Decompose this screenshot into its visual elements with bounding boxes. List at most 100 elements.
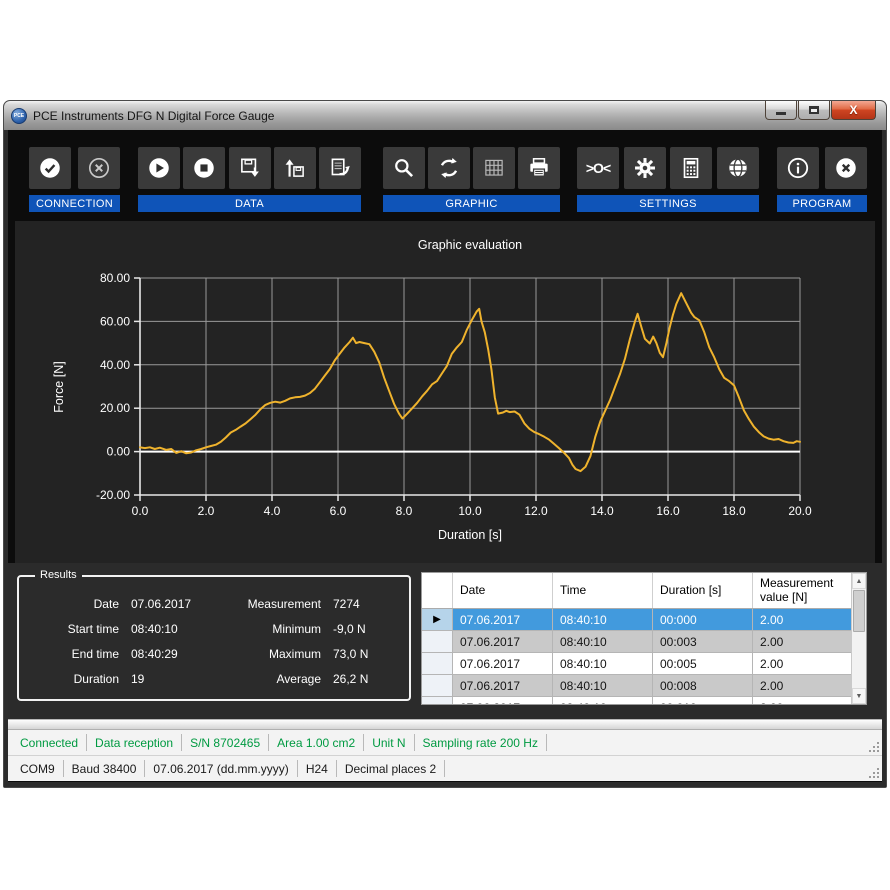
export-report-button[interactable] bbox=[319, 147, 361, 189]
toolbar-group-program: PROGRAM bbox=[777, 147, 867, 212]
header-selector-cell bbox=[422, 573, 453, 608]
refresh-graph-button[interactable] bbox=[428, 147, 470, 189]
result-value: 26,2 N bbox=[333, 672, 399, 686]
group-label-settings: SETTINGS bbox=[577, 195, 759, 212]
table-body: ▶07.06.201708:40:1000:0002.0007.06.20170… bbox=[422, 609, 851, 705]
connect-check-icon bbox=[37, 155, 63, 181]
settings-button[interactable] bbox=[624, 147, 666, 189]
measurement-table: Date Time Duration [s] Measurement value… bbox=[421, 572, 867, 705]
scroll-down-button[interactable]: ▼ bbox=[852, 688, 866, 704]
table-cell[interactable]: 2.00 bbox=[753, 675, 851, 697]
row-selector-cell[interactable]: ▶ bbox=[422, 609, 453, 631]
load-data-button[interactable] bbox=[274, 147, 316, 189]
progress-strip bbox=[8, 719, 882, 730]
row-selector-cell[interactable] bbox=[422, 697, 453, 705]
result-label: Minimum bbox=[211, 622, 321, 636]
row-selector-cell[interactable] bbox=[422, 631, 453, 653]
table-cell[interactable]: 08:40:10 bbox=[553, 609, 653, 631]
table-cell[interactable]: 07.06.2017 bbox=[453, 675, 553, 697]
language-button[interactable] bbox=[717, 147, 759, 189]
table-cell[interactable]: 00:000 bbox=[653, 609, 753, 631]
zoom-graph-button[interactable] bbox=[383, 147, 425, 189]
table-cell[interactable]: 00:008 bbox=[653, 675, 753, 697]
force-chart: -20.000.0020.0040.0060.0080.000.02.04.06… bbox=[15, 221, 877, 563]
table-cell[interactable]: 00:010 bbox=[653, 697, 753, 705]
y-tick-label: 20.00 bbox=[100, 401, 130, 415]
y-tick-label: -20.00 bbox=[96, 488, 130, 502]
scroll-up-button[interactable]: ▲ bbox=[852, 573, 866, 589]
table-cell[interactable]: 08:40:10 bbox=[553, 675, 653, 697]
status-item: Unit N bbox=[364, 734, 414, 751]
info-button[interactable] bbox=[777, 147, 819, 189]
table-cell[interactable]: 2.00 bbox=[753, 653, 851, 675]
stop-measure-button[interactable] bbox=[183, 147, 225, 189]
resize-grip[interactable] bbox=[869, 768, 879, 778]
exit-button[interactable] bbox=[825, 147, 867, 189]
resize-grip[interactable] bbox=[869, 742, 879, 752]
table-cell[interactable]: 08:40:10 bbox=[553, 653, 653, 675]
table-cell[interactable]: 2.00 bbox=[753, 697, 851, 705]
title-bar[interactable]: PCE PCE Instruments DFG N Digital Force … bbox=[4, 101, 886, 131]
export-report-icon bbox=[327, 155, 353, 181]
table-cell[interactable]: 07.06.2017 bbox=[453, 631, 553, 653]
result-row: Maximum73,0 N bbox=[211, 641, 399, 666]
client-area: CONNECTION bbox=[4, 130, 886, 787]
status-item: Decimal places 2 bbox=[337, 760, 445, 777]
table-row[interactable]: 07.06.201708:40:1000:0102.00 bbox=[422, 697, 851, 705]
result-row: End time08:40:29 bbox=[23, 641, 211, 666]
table-cell[interactable]: 2.00 bbox=[753, 631, 851, 653]
language-globe-icon bbox=[725, 155, 751, 181]
table-header: Date Time Duration [s] Measurement value… bbox=[422, 573, 866, 609]
save-data-button[interactable] bbox=[229, 147, 271, 189]
table-cell[interactable]: 07.06.2017 bbox=[453, 697, 553, 705]
status-item: 07.06.2017 (dd.mm.yyyy) bbox=[145, 760, 297, 777]
table-scrollbar[interactable]: ▲ ▼ bbox=[851, 573, 866, 704]
maximize-button[interactable] bbox=[798, 101, 830, 120]
table-cell[interactable]: 00:005 bbox=[653, 653, 753, 675]
row-selector-cell[interactable] bbox=[422, 675, 453, 697]
table-cell[interactable]: 07.06.2017 bbox=[453, 609, 553, 631]
status-item: Area 1.00 cm2 bbox=[269, 734, 364, 751]
x-tick-label: 14.0 bbox=[590, 504, 614, 518]
minimize-button[interactable] bbox=[765, 101, 797, 120]
table-row[interactable]: 07.06.201708:40:1000:0032.00 bbox=[422, 631, 851, 653]
table-cell[interactable]: 00:003 bbox=[653, 631, 753, 653]
disconnect-button[interactable] bbox=[78, 147, 120, 189]
y-tick-label: 0.00 bbox=[107, 445, 131, 459]
result-value: 7274 bbox=[333, 597, 399, 611]
table-cell[interactable]: 07.06.2017 bbox=[453, 653, 553, 675]
header-date[interactable]: Date bbox=[453, 573, 553, 608]
row-selector-cell[interactable] bbox=[422, 653, 453, 675]
result-value: 07.06.2017 bbox=[131, 597, 211, 611]
result-value: 19 bbox=[131, 672, 211, 686]
connect-button[interactable] bbox=[29, 147, 71, 189]
print-button[interactable] bbox=[518, 147, 560, 189]
calculator-button[interactable] bbox=[670, 147, 712, 189]
table-row[interactable]: ▶07.06.201708:40:1000:0002.00 bbox=[422, 609, 851, 631]
y-tick-label: 40.00 bbox=[100, 358, 130, 372]
header-measurement-value[interactable]: Measurement value [N] bbox=[753, 573, 851, 608]
grid-view-button[interactable] bbox=[473, 147, 515, 189]
table-cell[interactable]: 08:40:10 bbox=[553, 697, 653, 705]
x-tick-label: 8.0 bbox=[396, 504, 413, 518]
status-item: COM9 bbox=[12, 760, 64, 777]
table-cell[interactable]: 08:40:10 bbox=[553, 631, 653, 653]
stop-icon bbox=[191, 155, 217, 181]
load-floppy-icon bbox=[282, 155, 308, 181]
table-row[interactable]: 07.06.201708:40:1000:0082.00 bbox=[422, 675, 851, 697]
start-measure-button[interactable] bbox=[138, 147, 180, 189]
table-row[interactable]: 07.06.201708:40:1000:0052.00 bbox=[422, 653, 851, 675]
tare-button[interactable]: >O< bbox=[577, 147, 619, 189]
header-duration[interactable]: Duration [s] bbox=[653, 573, 753, 608]
minimize-icon bbox=[776, 112, 786, 115]
result-label: Date bbox=[23, 597, 119, 611]
app-logo-icon: PCE bbox=[11, 108, 27, 124]
scroll-thumb[interactable] bbox=[853, 590, 865, 632]
table-cell[interactable]: 2.00 bbox=[753, 609, 851, 631]
header-time[interactable]: Time bbox=[553, 573, 653, 608]
result-row: Measurement7274 bbox=[211, 591, 399, 616]
refresh-recycle-icon bbox=[436, 155, 462, 181]
result-value: 73,0 N bbox=[333, 647, 399, 661]
toolbar-group-data: DATA bbox=[138, 147, 361, 212]
close-button[interactable]: X bbox=[831, 101, 876, 120]
